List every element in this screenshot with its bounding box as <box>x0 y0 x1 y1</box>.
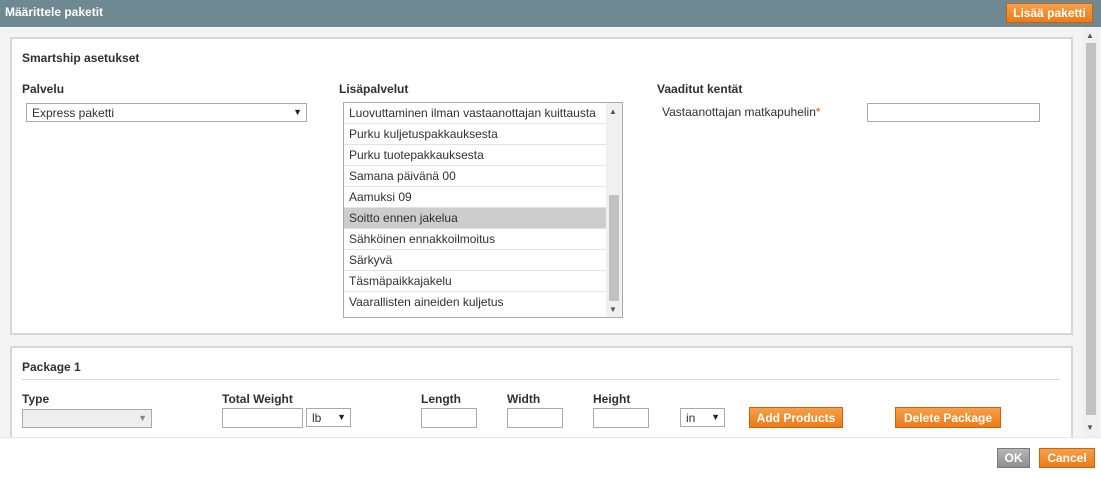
list-item-selected[interactable]: Soitto ennen jakelua <box>344 208 606 229</box>
list-item[interactable]: Aamuksi 09 <box>344 187 606 208</box>
list-item[interactable]: Purku kuljetuspakkauksesta <box>344 124 606 145</box>
ok-button[interactable]: OK <box>997 448 1030 468</box>
listbox-scrollbar[interactable]: ▲ ▼ <box>606 103 622 317</box>
weight-unit-value: lb <box>312 411 322 425</box>
list-item[interactable]: Särkyvä <box>344 250 606 271</box>
dimension-unit-value: in <box>686 411 696 425</box>
list-item[interactable]: Sähköinen ennakkoilmoitus <box>344 229 606 250</box>
package-type-select[interactable]: ▼ <box>22 409 152 428</box>
service-select-value: Express paketti <box>32 106 115 120</box>
delete-package-button[interactable]: Delete Package <box>895 407 1001 428</box>
height-label: Height <box>593 392 631 406</box>
add-package-button[interactable]: Lisää paketti <box>1006 3 1093 23</box>
scroll-down-icon[interactable]: ▼ <box>609 305 617 314</box>
smartship-legend: Smartship asetukset <box>22 51 140 65</box>
type-label: Type <box>22 392 50 406</box>
recipient-phone-label: Vastaanottajan matkapuhelin* <box>662 105 821 119</box>
length-input[interactable] <box>421 408 477 428</box>
weight-unit-select[interactable]: lb ▼ <box>306 408 351 427</box>
total-weight-label: Total Weight <box>222 392 293 406</box>
length-label: Length <box>421 392 461 406</box>
width-input[interactable] <box>507 408 563 428</box>
listbox-scroll-thumb[interactable] <box>609 195 619 301</box>
service-label: Palvelu <box>22 82 65 96</box>
service-select[interactable]: Express paketti ▼ <box>26 103 307 122</box>
list-item[interactable]: Purku tuotepakkauksesta <box>344 145 606 166</box>
extra-services-label: Lisäpalvelut <box>339 82 409 96</box>
recipient-phone-input[interactable] <box>867 103 1040 122</box>
width-label: Width <box>507 392 541 406</box>
scroll-down-icon[interactable]: ▼ <box>1086 423 1094 432</box>
chevron-down-icon: ▼ <box>138 413 147 423</box>
dimension-unit-select[interactable]: in ▼ <box>680 408 725 427</box>
dialog-header: Määrittele paketit Lisää paketti <box>0 0 1101 27</box>
dialog-title: Määrittele paketit <box>5 5 104 19</box>
list-item[interactable]: Täsmäpaikkajakelu <box>344 271 606 292</box>
add-products-button[interactable]: Add Products <box>749 407 843 428</box>
scroll-up-icon[interactable]: ▲ <box>609 107 617 116</box>
height-input[interactable] <box>593 408 649 428</box>
content-scrollbar[interactable]: ▲ ▼ <box>1083 27 1099 437</box>
total-weight-input[interactable] <box>222 408 303 428</box>
required-marker: * <box>815 105 821 119</box>
dialog-content: Smartship asetukset Palvelu Express pake… <box>0 27 1101 437</box>
chevron-down-icon: ▼ <box>711 412 720 422</box>
package-divider <box>22 379 1060 380</box>
required-fields-label: Vaaditut kentät <box>657 82 743 96</box>
chevron-down-icon: ▼ <box>337 412 346 422</box>
list-item[interactable]: Vaarallisten aineiden kuljetus <box>344 292 606 313</box>
scroll-up-icon[interactable]: ▲ <box>1086 31 1094 40</box>
list-item[interactable]: Samana päivänä 00 <box>344 166 606 187</box>
list-item[interactable]: Luovuttaminen ilman vastaanottajan kuitt… <box>344 103 606 124</box>
content-scroll-thumb[interactable] <box>1086 43 1096 415</box>
cancel-button[interactable]: Cancel <box>1039 448 1095 468</box>
extra-services-listbox[interactable]: Luovuttaminen ilman vastaanottajan kuitt… <box>343 102 623 318</box>
package-legend: Package 1 <box>22 360 81 374</box>
chevron-down-icon: ▼ <box>293 107 302 117</box>
dialog-footer: OK Cancel <box>0 437 1101 479</box>
